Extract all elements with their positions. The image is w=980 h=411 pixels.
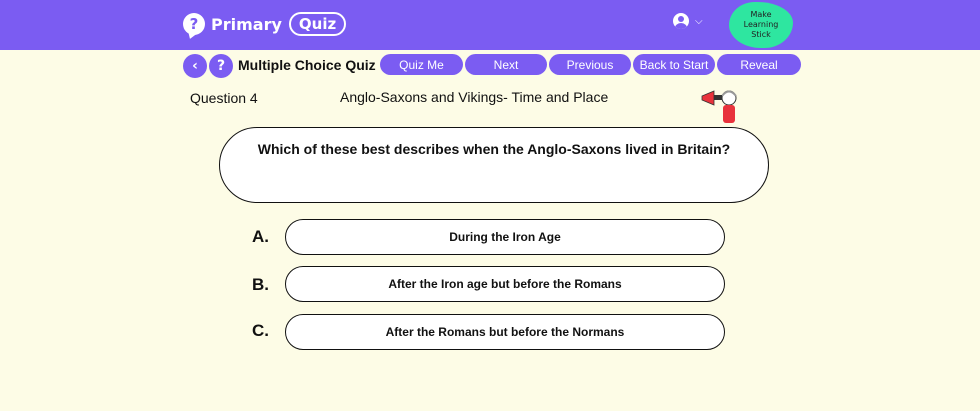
question-number: Question 4	[190, 90, 258, 106]
option-letter-a: A.	[252, 227, 269, 246]
logo-primary-text: Primary	[211, 14, 282, 34]
help-button[interactable]: ?	[209, 54, 233, 78]
option-a-button[interactable]: During the Iron Age	[285, 219, 725, 255]
question-text: Which of these best describes when the A…	[257, 141, 731, 157]
top-bar: ? Primary Quiz ⌵ Make Learning Stick	[0, 0, 980, 50]
quiz-topic: Anglo-Saxons and Vikings- Time and Place	[340, 89, 609, 105]
option-c-button[interactable]: After the Romans but before the Normans	[285, 314, 725, 350]
make-learning-stick-badge[interactable]: Make Learning Stick	[729, 2, 793, 48]
megaphone-mascot-icon	[701, 90, 737, 123]
quiz-me-button[interactable]: Quiz Me	[380, 54, 463, 75]
primary-quiz-logo[interactable]: ? Primary Quiz	[183, 11, 347, 37]
reveal-button[interactable]: Reveal	[717, 54, 801, 75]
logo-quiz-text: Quiz	[288, 12, 347, 36]
quiz-title: Multiple Choice Quiz	[238, 57, 376, 73]
back-button[interactable]: ‹	[183, 54, 207, 78]
user-icon	[673, 13, 689, 29]
option-letter-c: C.	[252, 321, 269, 340]
chevron-down-icon: ⌵	[695, 15, 703, 27]
question-box: Which of these best describes when the A…	[219, 127, 769, 203]
previous-button[interactable]: Previous	[549, 54, 631, 75]
next-button[interactable]: Next	[465, 54, 547, 75]
back-to-start-button[interactable]: Back to Start	[633, 54, 715, 75]
question-bubble-icon: ?	[183, 13, 205, 35]
option-letter-b: B.	[252, 275, 269, 294]
option-b-button[interactable]: After the Iron age but before the Romans	[285, 266, 725, 302]
user-menu[interactable]: ⌵	[673, 13, 703, 29]
